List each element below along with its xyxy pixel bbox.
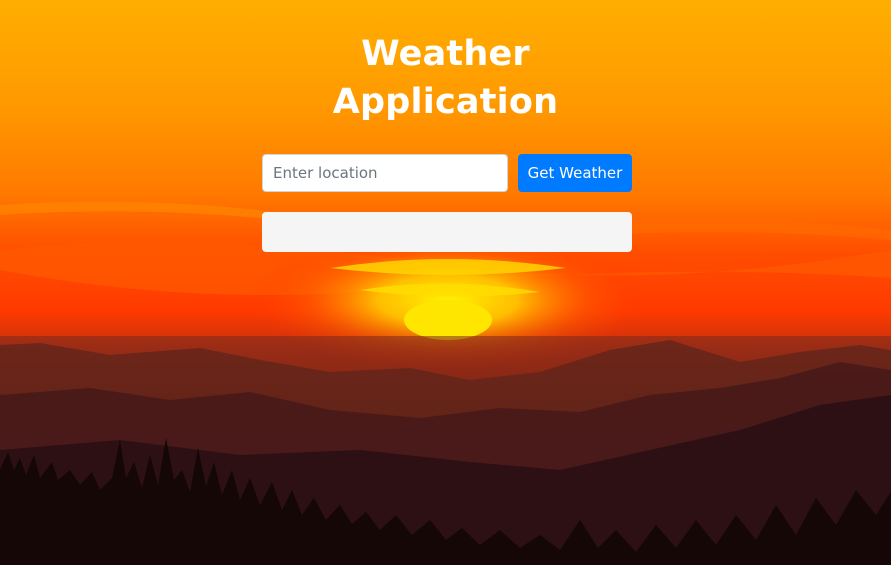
page-title-line-1: Weather [361,34,530,74]
page-title-line-2: Application [332,82,559,122]
page-title: Weather Application [0,30,891,126]
app-container: Weather Application Get Weather [0,0,891,565]
get-weather-button[interactable]: Get Weather [518,154,632,192]
weather-result-panel [262,212,632,252]
location-input[interactable] [262,154,508,192]
